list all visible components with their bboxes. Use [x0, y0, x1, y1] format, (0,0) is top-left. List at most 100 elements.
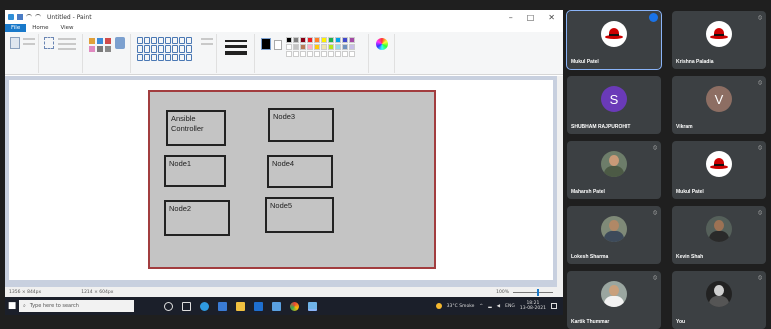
participant-tile[interactable]: Mukul Patel: [566, 10, 662, 70]
mic-off-icon: ⦸: [653, 144, 657, 151]
notification-icon[interactable]: [551, 303, 557, 309]
chrome-icon[interactable]: [290, 301, 299, 311]
crop-icon[interactable]: [58, 38, 76, 40]
quick-access-toolbar: [8, 14, 41, 20]
shapes-group: [133, 34, 217, 73]
canvas-size: 1356 × 844px: [9, 289, 42, 295]
language-indicator[interactable]: ENG: [505, 304, 515, 309]
clipboard-group: [7, 34, 39, 73]
size-icon[interactable]: [225, 40, 247, 42]
text-icon[interactable]: [105, 38, 111, 44]
avatar: [601, 281, 627, 308]
color-picker-icon[interactable]: [97, 46, 103, 52]
shapes-gallery[interactable]: [137, 37, 197, 61]
outline-dropdown[interactable]: [201, 38, 213, 40]
window-controls: – □ ✕: [509, 13, 563, 22]
participant-name: Krishna Paladia: [676, 59, 714, 65]
volume-icon[interactable]: ◀: [497, 304, 500, 309]
paint-taskbar-icon[interactable]: [308, 301, 317, 311]
pencil-icon[interactable]: [89, 38, 95, 44]
taskbar-apps: [164, 301, 317, 311]
color-palette[interactable]: [286, 37, 355, 57]
mail-icon[interactable]: [254, 301, 263, 311]
participant-tile[interactable]: ⦸ Lokesh Sharma: [567, 206, 661, 264]
zoom-slider[interactable]: [513, 288, 553, 296]
color2-selector[interactable]: [274, 40, 282, 50]
explorer-icon[interactable]: [236, 301, 245, 311]
paint-titlebar: Untitled - Paint – □ ✕: [5, 10, 563, 24]
participant-name: You: [676, 319, 686, 325]
avatar: [601, 216, 627, 243]
undo-icon[interactable]: [26, 14, 32, 20]
tab-file[interactable]: File: [5, 24, 27, 32]
image-group: [41, 34, 83, 73]
participant-tile[interactable]: ⦸ V Vikram: [672, 76, 766, 134]
cortana-icon[interactable]: [164, 301, 173, 311]
save-icon[interactable]: [17, 14, 23, 20]
edge-icon[interactable]: [200, 301, 209, 311]
cut-icon[interactable]: [23, 38, 35, 40]
taskbar-search[interactable]: ⌕ Type here to search: [19, 300, 134, 312]
tray-chevron-icon[interactable]: ^: [479, 304, 483, 309]
brushes-icon[interactable]: [115, 37, 125, 49]
participant-tile[interactable]: ⦸ Krishna Paladia: [672, 11, 766, 69]
tab-view[interactable]: View: [54, 25, 79, 31]
resize-icon[interactable]: [58, 43, 76, 45]
participant-tile[interactable]: ⦸ Kevin Shah: [672, 206, 766, 264]
minimize-icon[interactable]: –: [509, 13, 513, 22]
color1-selector[interactable]: [261, 38, 271, 50]
photos-icon[interactable]: [272, 301, 281, 311]
participant-tile[interactable]: S SHUBHAM RAJPUROHIT: [567, 76, 661, 134]
network-icon[interactable]: ▂: [488, 304, 491, 309]
select-icon[interactable]: [44, 37, 54, 49]
maximize-icon[interactable]: □: [527, 13, 535, 22]
clock[interactable]: 18:21 13-08-2021: [520, 301, 546, 311]
system-tray: 33°C Smoke ^ ▂ ◀ ENG 18:21 13-08-2021: [435, 301, 563, 311]
zoom-level: 100%: [496, 289, 509, 295]
node-3: Node3: [268, 108, 334, 142]
store-icon[interactable]: [218, 301, 227, 311]
participant-tile[interactable]: ⦸ Mukul Patel: [672, 141, 766, 199]
ribbon: [5, 32, 563, 75]
ribbon-tabs: File Home View: [5, 24, 563, 32]
participant-name: Kevin Shah: [676, 254, 704, 260]
participant-name: Maharsh Patel: [571, 189, 605, 195]
pin-icon[interactable]: [649, 13, 658, 22]
participant-name: SHUBHAM RAJPUROHIT: [571, 124, 631, 130]
search-icon: ⌕: [23, 303, 26, 309]
redo-icon[interactable]: [35, 14, 41, 20]
edit-colors-icon[interactable]: [376, 38, 388, 50]
rotate-icon[interactable]: [58, 48, 76, 50]
close-icon[interactable]: ✕: [548, 13, 555, 22]
redhat-logo-icon: [706, 21, 732, 48]
task-view-icon[interactable]: [182, 301, 191, 311]
node-ansible-controller: Ansible Controller: [166, 110, 226, 146]
copy-icon[interactable]: [23, 43, 35, 45]
window-title: Untitled - Paint: [47, 13, 92, 21]
weather-text[interactable]: 33°C Smoke: [447, 304, 475, 309]
avatar: S: [601, 86, 627, 113]
fill-dropdown[interactable]: [201, 43, 213, 45]
edit-colors-group: [371, 34, 395, 73]
selection-size: 1214 × 604px: [81, 289, 114, 295]
mic-off-icon: ⦸: [758, 79, 762, 86]
fill-icon[interactable]: [97, 38, 103, 44]
participant-name: Kartik Thummar: [571, 319, 610, 325]
participant-tile[interactable]: ⦸ You: [672, 271, 766, 329]
architecture-diagram: Ansible Controller Node3 Node1 Node4 Nod…: [148, 90, 436, 269]
mic-off-icon: ⦸: [653, 209, 657, 216]
paste-icon[interactable]: [10, 37, 20, 49]
mic-off-icon: ⦸: [653, 274, 657, 281]
participant-tile[interactable]: ⦸ Kartik Thummar: [567, 271, 661, 329]
tab-home[interactable]: Home: [26, 25, 54, 31]
vertical-scrollbar[interactable]: [557, 76, 563, 287]
participant-tile[interactable]: ⦸ Maharsh Patel: [567, 141, 661, 199]
participant-name: Mukul Patel: [571, 59, 599, 65]
magnifier-icon[interactable]: [105, 46, 111, 52]
eraser-icon[interactable]: [89, 46, 95, 52]
node-1: Node1: [164, 155, 226, 187]
participant-name: Vikram: [676, 124, 693, 130]
redhat-logo-icon: [601, 21, 627, 48]
search-placeholder: Type here to search: [29, 303, 79, 309]
windows-start-icon[interactable]: ■: [5, 297, 19, 315]
